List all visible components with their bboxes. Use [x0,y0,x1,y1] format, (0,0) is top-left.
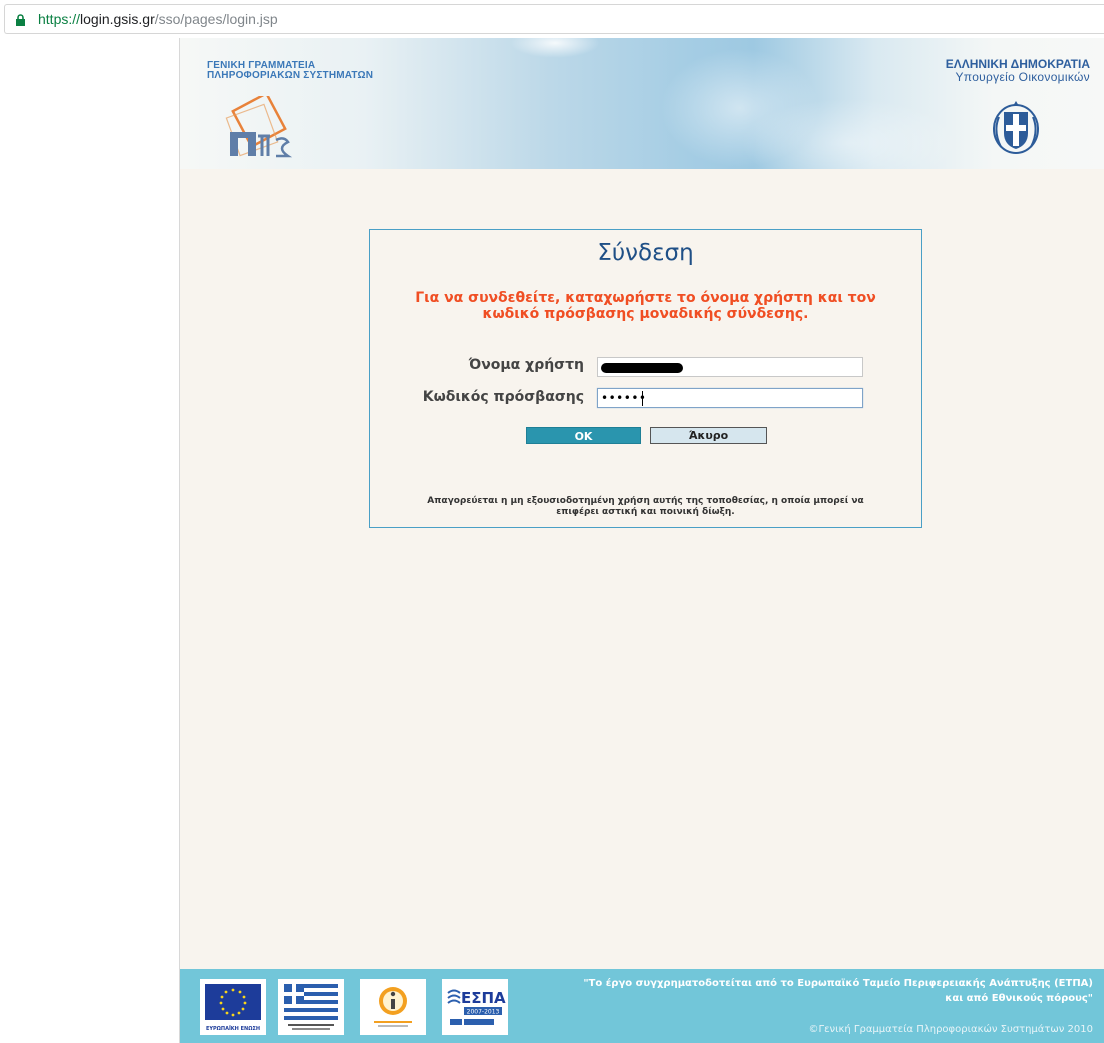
eu-logo: ΕΥΡΩΠΑΪΚΗ ΕΝΩΣΗ [200,979,266,1035]
login-instructions: Για να συνδεθείτε, καταχωρήστε το όνομα … [370,290,921,322]
gsis-logo-icon [225,96,293,158]
url-text[interactable]: https://login.gsis.gr/sso/pages/login.js… [38,10,278,28]
legal-warning-line1: Απαγορεύεται η μη εξουσιοδοτημένη χρήση … [427,496,864,506]
login-panel: Σύνδεση Για να συνδεθείτε, καταχωρήστε τ… [369,229,922,528]
government-title: ΕΛΛΗΝΙΚΗ ΔΗΜΟΚΡΑΤΙΑ Υπουργείο Οικονομικώ… [946,58,1090,84]
footer: ΕΥΡΩΠΑΪΚΗ ΕΝΩΣΗ ΕΣΠΑ 2007-2013 "Το έργο … [180,969,1104,1043]
username-redaction [601,363,683,373]
gsis-org-line2: ΠΛΗΡΟΦΟΡΙΑΚΩΝ ΣΥΣΤΗΜΑΤΩΝ [207,70,374,81]
login-instructions-line2: κωδικό πρόσβασης μοναδικής σύνδεσης. [482,306,809,322]
eu-caption: ΕΥΡΩΠΑΪΚΗ ΕΝΩΣΗ [206,1025,260,1032]
funding-statement: "Το έργο συγχρηματοδοτείται από το Ευρωπ… [583,976,1093,1006]
username-input[interactable] [597,357,863,377]
info-society-logo [360,979,426,1035]
login-instructions-line1: Για να συνδεθείτε, καταχωρήστε το όνομα … [415,290,876,306]
espa-years: 2007-2013 [467,1009,500,1016]
funding-line1: "Το έργο συγχρηματοδοτείται από το Ευρωπ… [583,978,1093,989]
info-icon [374,987,412,1027]
url-box[interactable]: https://login.gsis.gr/sso/pages/login.js… [4,4,1104,34]
copyright: ©Γενική Γραμματεία Πληροφοριακών Συστημά… [808,1024,1093,1035]
password-input[interactable]: •••••• [597,388,863,408]
ministry-name: Υπουργείο Οικονομικών [955,70,1090,84]
legal-warning-line2: επιφέρει αστική και ποινική δίωξη. [556,507,735,517]
url-host: login.gsis.gr [80,11,155,27]
password-label: Κωδικός πρόσβασης [422,389,584,405]
cancel-button[interactable]: Άκυρο [650,427,767,444]
eu-flag-icon: ΕΥΡΩΠΑΪΚΗ ΕΝΩΣΗ [205,984,261,1032]
greek-flag-icon [284,984,338,1030]
text-caret [642,391,643,406]
username-label: Όνομα χρήστη [468,357,584,373]
browser-address-bar: https://login.gsis.gr/sso/pages/login.js… [0,0,1104,38]
greek-flag-logo [278,979,344,1035]
url-protocol: https:// [38,11,81,27]
espa-logo: ΕΣΠΑ 2007-2013 [442,979,508,1035]
page-container: ΓΕΝΙΚΗ ΓΡΑΜΜΑΤΕΙΑ ΠΛΗΡΟΦΟΡΙΑΚΩΝ ΣΥΣΤΗΜΑΤ… [179,38,1104,1043]
legal-warning: Απαγορεύεται η μη εξουσιοδοτημένη χρήση … [370,496,921,518]
espa-label: ΕΣΠΑ [461,989,506,1007]
funding-line2: και από Εθνικούς πόρους" [945,993,1093,1004]
password-value: •••••• [601,391,647,405]
ok-button[interactable]: OK [526,427,641,444]
header-banner: ΓΕΝΙΚΗ ΓΡΑΜΜΑΤΕΙΑ ΠΛΗΡΟΦΟΡΙΑΚΩΝ ΣΥΣΤΗΜΑΤ… [180,38,1104,169]
login-title: Σύνδεση [597,240,694,266]
gsis-org-title: ΓΕΝΙΚΗ ΓΡΑΜΜΑΤΕΙΑ ΠΛΗΡΟΦΟΡΙΑΚΩΝ ΣΥΣΤΗΜΑΤ… [207,61,373,81]
url-path: /sso/pages/login.jsp [154,11,278,27]
greek-emblem-icon [993,101,1039,154]
lock-icon [16,14,25,26]
espa-icon: ΕΣΠΑ 2007-2013 [447,989,506,1025]
